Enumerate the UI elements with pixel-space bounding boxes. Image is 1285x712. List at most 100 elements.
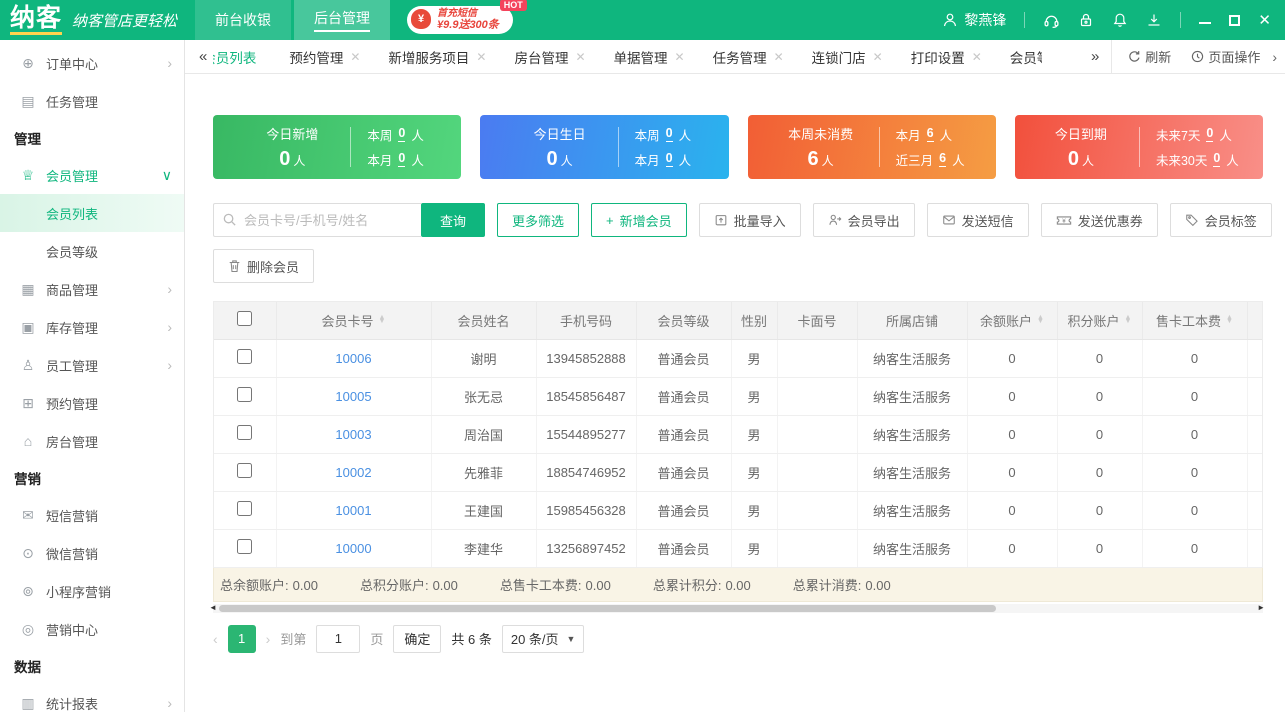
tab-room-manage[interactable]: 房台管理 ✕ bbox=[500, 47, 599, 67]
download-icon[interactable] bbox=[1146, 12, 1162, 28]
member-tag-button[interactable]: 会员标签 bbox=[1170, 203, 1272, 237]
goto-page-input[interactable] bbox=[316, 625, 360, 653]
sort-icon[interactable]: ▲▼ bbox=[1125, 316, 1132, 324]
send-coupon-button[interactable]: ¥ 发送优惠券 bbox=[1041, 203, 1158, 237]
member-card-link[interactable]: 10006 bbox=[335, 351, 371, 366]
sidebar-item-sms-marketing[interactable]: ✉ 短信营销 bbox=[0, 496, 184, 534]
sidebar-item-booking-manage[interactable]: ⊞ 预约管理 bbox=[0, 384, 184, 422]
window-maximize-button[interactable] bbox=[1229, 15, 1240, 26]
add-member-button[interactable]: +新增会员 bbox=[591, 203, 687, 237]
pagination: ‹ 1 › 到第 页 确定 共 6 条 20 条/页 ▼ bbox=[213, 625, 1263, 653]
horizontal-scrollbar[interactable]: ◄ ► bbox=[213, 604, 1263, 613]
lock-icon[interactable] bbox=[1078, 12, 1094, 28]
tabs-scroll-left-icon[interactable]: « bbox=[193, 48, 213, 65]
scrollbar-thumb[interactable] bbox=[219, 605, 996, 612]
sidebar-item-statistics-report[interactable]: ▥ 统计报表 › bbox=[0, 684, 184, 712]
more-filter-button[interactable]: 更多筛选 bbox=[497, 203, 579, 237]
sort-icon[interactable]: ▲▼ bbox=[1037, 316, 1044, 324]
sidebar-item-member-level[interactable]: 会员等级 bbox=[0, 232, 184, 270]
sidebar-item-task-manage[interactable]: ▤ 任务管理 bbox=[0, 82, 184, 120]
tab-chain-store[interactable]: 连锁门店 ✕ bbox=[798, 47, 897, 67]
col-card-no[interactable]: 会员卡号▲▼ bbox=[276, 302, 431, 339]
nav-backend-manage[interactable]: 后台管理 bbox=[294, 0, 390, 40]
send-sms-button[interactable]: 发送短信 bbox=[927, 203, 1029, 237]
tab-print-settings[interactable]: 打印设置 ✕ bbox=[897, 47, 996, 67]
stat-link[interactable]: 0 bbox=[1206, 127, 1213, 142]
panel-expand-icon[interactable]: › bbox=[1270, 49, 1285, 65]
page-number-button[interactable]: 1 bbox=[228, 625, 256, 653]
row-checkbox[interactable] bbox=[237, 425, 252, 440]
cell-phone: 13945852888 bbox=[536, 339, 636, 377]
row-checkbox[interactable] bbox=[237, 349, 252, 364]
stat-link[interactable]: 0 bbox=[666, 152, 673, 167]
sidebar-item-member-manage[interactable]: ♕ 会员管理 ∨ bbox=[0, 156, 184, 194]
search-input[interactable] bbox=[213, 203, 421, 237]
tab-new-service-item[interactable]: 新增服务项目 ✕ bbox=[374, 47, 500, 67]
row-checkbox[interactable] bbox=[237, 387, 252, 402]
promo-banner[interactable]: ¥ 首充短信 ¥9.9送300条 HOT bbox=[407, 6, 513, 34]
col-points[interactable]: 积分账户▲▼ bbox=[1057, 302, 1142, 339]
stat-link[interactable]: 0 bbox=[398, 127, 405, 142]
scroll-right-arrow-icon[interactable]: ► bbox=[1257, 603, 1265, 612]
sidebar-item-goods-manage[interactable]: ▦ 商品管理 › bbox=[0, 270, 184, 308]
row-checkbox[interactable] bbox=[237, 539, 252, 554]
bell-icon[interactable] bbox=[1112, 12, 1128, 28]
stat-link[interactable]: 0 bbox=[666, 127, 673, 142]
window-minimize-button[interactable] bbox=[1199, 17, 1211, 24]
tab-member-level[interactable]: 会员等级 bbox=[996, 47, 1042, 67]
sidebar-item-member-list[interactable]: 会员列表 bbox=[0, 194, 184, 232]
tab-member-list[interactable]: 会员列表 bbox=[213, 47, 275, 67]
sidebar-item-room-manage[interactable]: ⌂ 房台管理 bbox=[0, 422, 184, 460]
refresh-button[interactable]: 刷新 bbox=[1118, 47, 1181, 66]
page-operations-button[interactable]: 页面操作 bbox=[1181, 47, 1270, 66]
prev-page-icon[interactable]: ‹ bbox=[213, 631, 218, 647]
close-icon[interactable]: ✕ bbox=[350, 50, 360, 64]
col-card-fee[interactable]: 售卡工本费▲▼ bbox=[1142, 302, 1247, 339]
sort-icon[interactable]: ▲▼ bbox=[1226, 316, 1233, 324]
tab-booking-manage[interactable]: 预约管理 ✕ bbox=[275, 47, 374, 67]
batch-import-button[interactable]: 批量导入 bbox=[699, 203, 801, 237]
member-card-link[interactable]: 10003 bbox=[335, 427, 371, 442]
stat-card-new-today: 今日新增 0人 本周0人 本月0人 bbox=[213, 115, 461, 179]
select-all-checkbox[interactable] bbox=[237, 311, 252, 326]
headset-icon[interactable] bbox=[1043, 12, 1060, 29]
close-icon[interactable]: ✕ bbox=[873, 50, 883, 64]
sidebar-item-miniprogram-marketing[interactable]: ⊚ 小程序营销 bbox=[0, 572, 184, 610]
stat-link[interactable]: 6 bbox=[939, 152, 946, 167]
window-close-button[interactable]: ✕ bbox=[1258, 13, 1271, 28]
col-balance[interactable]: 余额账户▲▼ bbox=[967, 302, 1057, 339]
row-checkbox[interactable] bbox=[237, 501, 252, 516]
member-card-link[interactable]: 10001 bbox=[335, 503, 371, 518]
goto-confirm-button[interactable]: 确定 bbox=[393, 625, 441, 653]
row-checkbox[interactable] bbox=[237, 463, 252, 478]
sidebar-item-order-center[interactable]: ⊕ 订单中心 › bbox=[0, 44, 184, 82]
next-page-icon[interactable]: › bbox=[266, 631, 271, 647]
tab-task-manage[interactable]: 任务管理 ✕ bbox=[699, 47, 798, 67]
member-card-link[interactable]: 10000 bbox=[335, 541, 371, 556]
scroll-left-arrow-icon[interactable]: ◄ bbox=[209, 603, 217, 612]
sort-icon[interactable]: ▲▼ bbox=[379, 316, 386, 324]
close-icon[interactable]: ✕ bbox=[774, 50, 784, 64]
summary-value: 0.00 bbox=[433, 578, 458, 593]
tab-document-manage[interactable]: 单据管理 ✕ bbox=[600, 47, 699, 67]
member-card-link[interactable]: 10002 bbox=[335, 465, 371, 480]
tabs-scroll-right-icon[interactable]: » bbox=[1085, 48, 1105, 65]
page-size-select[interactable]: 20 条/页 ▼ bbox=[502, 625, 585, 653]
close-icon[interactable]: ✕ bbox=[675, 50, 685, 64]
stat-link[interactable]: 0 bbox=[1213, 152, 1220, 167]
search-button[interactable]: 查询 bbox=[421, 203, 485, 237]
stat-link[interactable]: 6 bbox=[927, 127, 934, 142]
delete-member-button[interactable]: 删除会员 bbox=[213, 249, 314, 283]
sidebar-item-staff-manage[interactable]: ♙ 员工管理 › bbox=[0, 346, 184, 384]
stat-link[interactable]: 0 bbox=[398, 152, 405, 167]
sidebar-item-wechat-marketing[interactable]: ⊙ 微信营销 bbox=[0, 534, 184, 572]
sidebar-item-inventory-manage[interactable]: ▣ 库存管理 › bbox=[0, 308, 184, 346]
close-icon[interactable]: ✕ bbox=[972, 50, 982, 64]
close-icon[interactable]: ✕ bbox=[476, 50, 486, 64]
sidebar-item-marketing-center[interactable]: ◎ 营销中心 bbox=[0, 610, 184, 648]
member-export-button[interactable]: 会员导出 bbox=[813, 203, 915, 237]
user-menu[interactable]: 黎燕锋 bbox=[942, 10, 1006, 30]
member-card-link[interactable]: 10005 bbox=[335, 389, 371, 404]
close-icon[interactable]: ✕ bbox=[575, 50, 585, 64]
nav-front-cashier[interactable]: 前台收银 bbox=[195, 0, 291, 40]
